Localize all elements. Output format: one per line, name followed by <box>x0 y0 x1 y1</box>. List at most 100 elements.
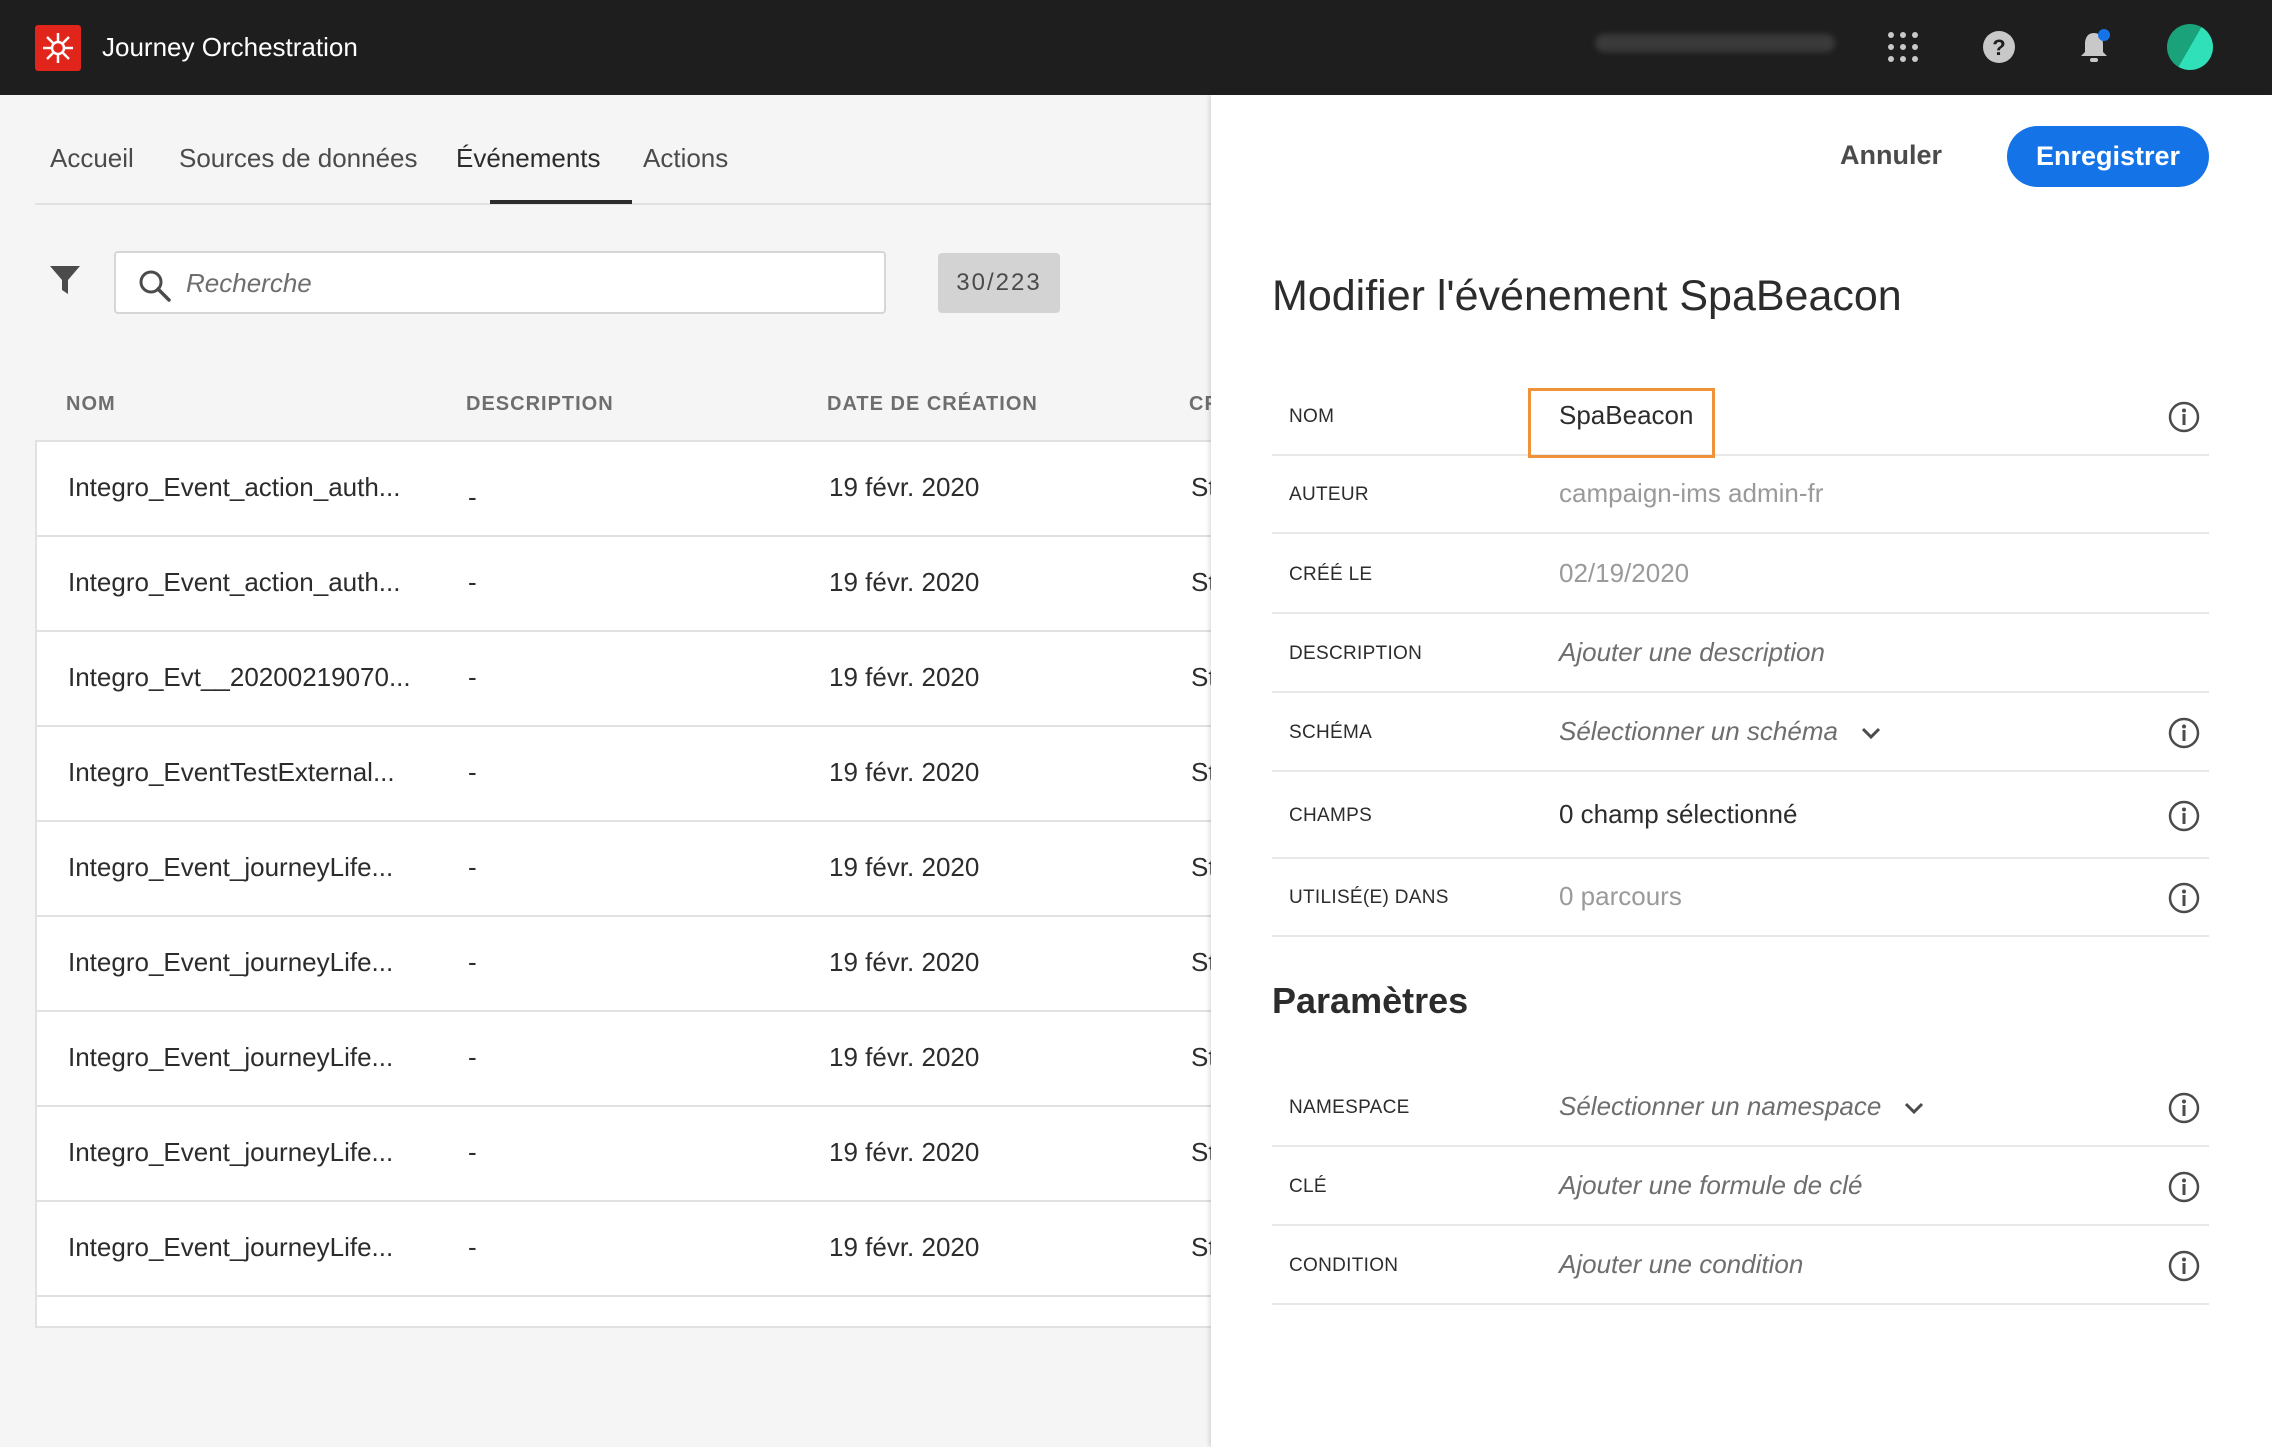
info-icon[interactable] <box>2167 881 2201 915</box>
cell-creator: St <box>1191 1042 1211 1072</box>
info-icon[interactable] <box>2167 1091 2201 1125</box>
info-icon[interactable] <box>2167 1170 2201 1204</box>
user-avatar[interactable] <box>2167 24 2213 70</box>
notifications-icon[interactable] <box>2071 24 2117 70</box>
cell-name: Integro_Event_journeyLife... <box>68 1232 394 1262</box>
events-list-panel: Accueil Sources de données Événements Ac… <box>0 95 1219 1447</box>
cell-date: 19 févr. 2020 <box>829 472 980 502</box>
cell-description: - <box>468 567 477 597</box>
cell-date: 19 févr. 2020 <box>829 1232 980 1262</box>
condition-input[interactable]: Ajouter une condition <box>1559 1249 1803 1280</box>
column-header-nom[interactable]: NOM <box>66 393 116 416</box>
table-row[interactable]: Integro_Evt__20200219070... - 19 févr. 2… <box>37 632 1211 727</box>
cell-description: - <box>468 757 477 787</box>
field-label: NOM <box>1289 406 1335 427</box>
tab-accueil[interactable]: Accueil <box>50 143 134 174</box>
created-date-value: 02/19/2020 <box>1559 558 1690 588</box>
cell-description: - <box>468 662 477 692</box>
cell-name: Integro_Event_action_auth... <box>68 472 401 502</box>
cell-description: - <box>468 947 477 977</box>
cell-description: - <box>468 852 477 882</box>
parameters-section-title: Paramètres <box>1272 980 1469 1021</box>
field-label: NAMESPACE <box>1289 1097 1410 1118</box>
search-icon <box>139 270 171 302</box>
field-row-key: CLÉ Ajouter une formule de clé <box>1272 1148 2209 1226</box>
cell-name: Integro_Event_journeyLife... <box>68 947 394 977</box>
column-header-date-creation[interactable]: DATE DE CRÉATION <box>827 393 1038 416</box>
table-row[interactable]: Integro_Event_action_auth... - 19 févr. … <box>37 442 1211 537</box>
schema-dropdown[interactable]: Sélectionner un schéma <box>1559 716 1882 747</box>
field-row-fields: CHAMPS 0 champ sélectionné <box>1272 773 2209 859</box>
field-label: AUTEUR <box>1289 484 1369 505</box>
fields-selection[interactable]: 0 champ sélectionné <box>1559 799 1797 830</box>
top-bar: Journey Orchestration ? <box>0 0 2272 95</box>
field-row-schema: SCHÉMA Sélectionner un schéma <box>1272 694 2209 772</box>
cell-description: - <box>468 1042 477 1072</box>
cell-creator: St <box>1191 757 1211 787</box>
org-switcher[interactable] <box>1595 34 1835 52</box>
namespace-dropdown[interactable]: Sélectionner un namespace <box>1559 1091 1925 1122</box>
field-row-created: CRÉÉ LE 02/19/2020 <box>1272 536 2209 614</box>
table-row[interactable]: Integro_Event_action_auth... - 19 févr. … <box>37 537 1211 632</box>
results-count-badge: 30/223 <box>938 253 1060 313</box>
nav-tabs: Accueil Sources de données Événements Ac… <box>35 95 1211 205</box>
name-highlight-box <box>1528 388 1715 458</box>
cell-date: 19 févr. 2020 <box>829 852 980 882</box>
field-row-author: AUTEUR campaign-ims admin-fr <box>1272 456 2209 534</box>
app-logo-icon[interactable] <box>35 25 81 71</box>
cell-date: 19 févr. 2020 <box>829 1042 980 1072</box>
help-icon[interactable]: ? <box>1976 24 2022 70</box>
table-row[interactable]: Integro_Event_journeyLife... - 19 févr. … <box>37 822 1211 917</box>
table-row[interactable]: Integro_EventTestExternal... - 19 févr. … <box>37 727 1211 822</box>
apps-grid-icon[interactable] <box>1880 24 1926 70</box>
table-row[interactable]: Integro_Event_journeyLife... - 19 févr. … <box>37 1202 1211 1297</box>
cell-creator: St <box>1191 567 1211 597</box>
info-icon[interactable] <box>2167 716 2201 750</box>
schema-dropdown-label: Sélectionner un schéma <box>1559 716 1838 746</box>
cell-name: Integro_Event_journeyLife... <box>68 1137 394 1167</box>
table-row[interactable]: Integro_Event_journeyLife... - 19 févr. … <box>37 1012 1211 1107</box>
cell-date: 19 févr. 2020 <box>829 1137 980 1167</box>
table-row[interactable]: Integro_Event_journeyLife... - 19 févr. … <box>37 1107 1211 1202</box>
svg-text:?: ? <box>1992 35 2005 60</box>
cell-date: 19 févr. 2020 <box>829 947 980 977</box>
cell-creator: St <box>1191 947 1211 977</box>
author-value: campaign-ims admin-fr <box>1559 478 1824 508</box>
description-input[interactable]: Ajouter une description <box>1559 637 1825 668</box>
search-field[interactable] <box>114 251 886 314</box>
active-tab-indicator <box>490 200 632 204</box>
cell-description: - <box>468 1137 477 1167</box>
save-button[interactable]: Enregistrer <box>2007 126 2209 187</box>
field-label: CRÉÉ LE <box>1289 564 1373 585</box>
cell-creator: St <box>1191 1232 1211 1262</box>
info-icon[interactable] <box>2167 1249 2201 1283</box>
cell-description: - <box>468 482 477 512</box>
info-icon[interactable] <box>2167 799 2201 833</box>
field-label: CONDITION <box>1289 1255 1399 1276</box>
tab-sources-de-donnees[interactable]: Sources de données <box>179 143 418 174</box>
cell-date: 19 févr. 2020 <box>829 662 980 692</box>
table-row[interactable]: Integro_Event_journeyLife... - 19 févr. … <box>37 917 1211 1012</box>
key-formula-input[interactable]: Ajouter une formule de clé <box>1559 1170 1863 1201</box>
cell-name: Integro_EventTestExternal... <box>68 757 395 787</box>
field-row-used-in: UTILISÉ(E) DANS 0 parcours <box>1272 859 2209 937</box>
info-icon[interactable] <box>2167 400 2201 434</box>
chevron-down-icon <box>1905 1103 1924 1115</box>
used-in-value: 0 parcours <box>1559 881 1682 911</box>
tab-evenements[interactable]: Événements <box>456 143 601 174</box>
cell-date: 19 févr. 2020 <box>829 757 980 787</box>
chevron-down-icon <box>1861 728 1881 740</box>
filter-icon[interactable] <box>48 263 82 297</box>
app-title: Journey Orchestration <box>102 32 358 62</box>
field-label: CHAMPS <box>1289 805 1373 826</box>
cell-date: 19 févr. 2020 <box>829 567 980 597</box>
search-input[interactable] <box>186 263 866 303</box>
cell-name: Integro_Event_journeyLife... <box>68 852 394 882</box>
field-label: UTILISÉ(E) DANS <box>1289 887 1449 908</box>
field-row-description: DESCRIPTION Ajouter une description <box>1272 615 2209 693</box>
cancel-button[interactable]: Annuler <box>1840 140 1942 171</box>
column-header-description[interactable]: DESCRIPTION <box>466 393 614 416</box>
field-row-name: NOM SpaBeacon <box>1272 378 2209 456</box>
tab-actions[interactable]: Actions <box>643 143 728 174</box>
cell-creator: St <box>1191 662 1211 692</box>
